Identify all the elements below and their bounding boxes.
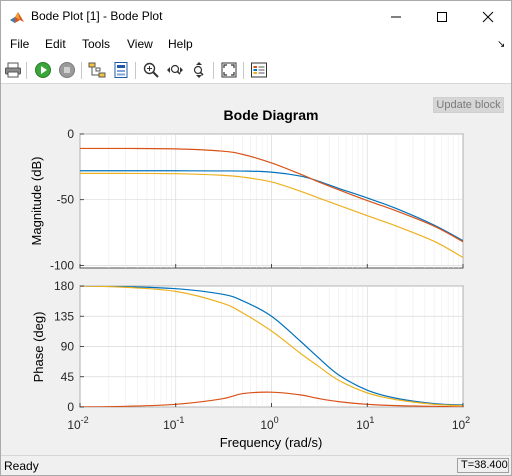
ph-y-tick-label: 45 <box>61 370 75 384</box>
magnitude-axes[interactable]: 0 -50 -100 Magnitude (dB) <box>29 127 464 272</box>
x-tick-label: 10-2 <box>67 415 88 432</box>
bode-chart: Bode Diagram 0 -50 -100 Magnitude (dB) 0 45… <box>29 107 470 450</box>
status-text: Ready <box>4 459 39 473</box>
bode-plot-window: Bode Plot [1] - Bode Plot File Edit Tool… <box>0 0 512 476</box>
frequency-x-ticks: 10-2 10-1 100 101 102 <box>67 415 470 432</box>
magnitude-y-label: Magnitude (dB) <box>29 157 44 246</box>
mag-y-tick-label: 0 <box>67 127 74 141</box>
x-tick-label: 102 <box>452 415 470 432</box>
ph-y-tick-label: 0 <box>67 400 74 414</box>
x-tick-label: 100 <box>260 415 278 432</box>
mag-y-tick-label: -50 <box>57 193 75 207</box>
ph-y-tick-label: 135 <box>54 309 74 323</box>
mag-y-tick-label: -100 <box>50 258 74 272</box>
phase-axes[interactable]: 0 45 90 135 180 Phase (deg) <box>31 279 464 414</box>
update-block-button[interactable]: Update block <box>433 97 504 113</box>
ph-y-tick-label: 90 <box>61 340 75 354</box>
chart-title: Bode Diagram <box>224 107 319 123</box>
x-axis-label: Frequency (rad/s) <box>220 435 323 450</box>
x-tick-label: 101 <box>356 415 374 432</box>
simulation-time: T=38.400 <box>457 458 509 473</box>
x-tick-label: 10-1 <box>163 415 184 432</box>
status-bar: Ready T=38.400 <box>1 455 511 475</box>
phase-y-label: Phase (deg) <box>31 312 46 383</box>
ph-y-tick-label: 180 <box>54 279 74 293</box>
